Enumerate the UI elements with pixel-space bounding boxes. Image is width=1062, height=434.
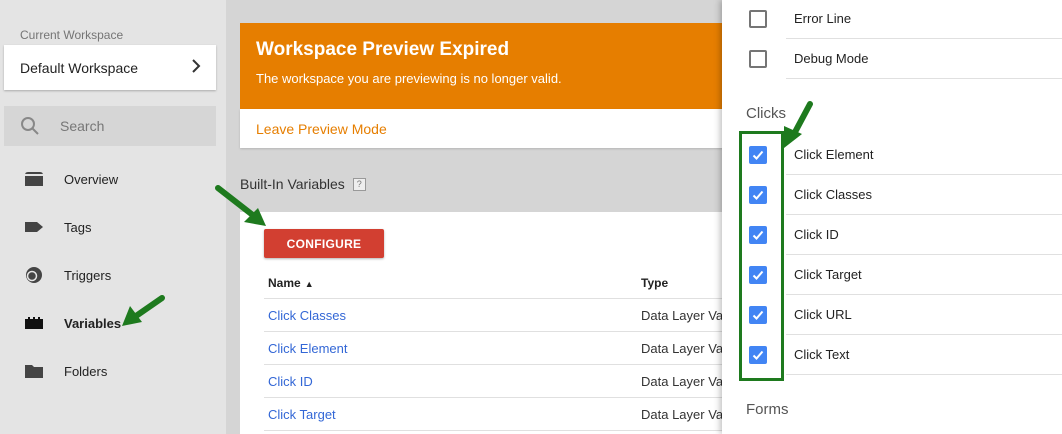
trigger-icon	[24, 265, 44, 285]
overview-icon	[24, 169, 44, 189]
banner-title: Workspace Preview Expired	[256, 39, 510, 60]
workspace-selector[interactable]: Default Workspace	[4, 45, 216, 90]
nav-label: Variables	[64, 315, 122, 331]
table-row: Click Classes Data Layer Va	[264, 299, 730, 332]
checkbox-label: Error Line	[794, 11, 852, 26]
divider	[786, 78, 1062, 79]
variable-name-link[interactable]: Click Element	[268, 341, 347, 356]
checkbox-label: Click URL	[794, 307, 852, 322]
builtin-title: Built-In Variables	[240, 176, 345, 192]
table-header: Name ▲ Type	[264, 270, 730, 299]
checkbox-row-click-classes[interactable]: Click Classes	[722, 175, 1062, 215]
clicks-heading: Clicks	[746, 105, 786, 122]
tag-icon	[24, 217, 44, 237]
checkmark-icon	[752, 270, 764, 280]
variable-type: Data Layer Va	[641, 341, 724, 356]
checkbox-checked[interactable]	[749, 346, 767, 364]
banner-footer: Leave Preview Mode	[240, 109, 730, 148]
configure-button[interactable]: CONFIGURE	[264, 229, 384, 258]
checkbox-checked[interactable]	[749, 306, 767, 324]
column-name-label: Name	[268, 276, 301, 290]
checkmark-icon	[752, 190, 764, 200]
checkbox-checked[interactable]	[749, 266, 767, 284]
checkbox-row-click-element[interactable]: Click Element	[722, 135, 1062, 175]
banner-message: The workspace you are previewing is no l…	[256, 71, 562, 86]
nav-label: Overview	[64, 171, 119, 187]
search-placeholder: Search	[60, 118, 105, 134]
checkbox-row-click-url[interactable]: Click URL	[722, 295, 1062, 335]
checkmark-icon	[752, 150, 764, 160]
nav-label: Triggers	[64, 267, 112, 283]
checkmark-icon	[752, 350, 764, 360]
builtin-variables-card: CONFIGURE Name ▲ Type Click Classes Data …	[240, 212, 730, 434]
builtin-variables-heading: Built-In Variables ?	[240, 176, 366, 192]
variable-name-link[interactable]: Click Target	[268, 407, 336, 422]
checkbox[interactable]	[749, 10, 767, 28]
table-row: Click ID Data Layer Va	[264, 365, 730, 398]
nav-item-triggers[interactable]: Triggers	[0, 255, 226, 295]
variable-name-link[interactable]: Click Classes	[268, 308, 346, 323]
checkbox-row-error-line[interactable]: Error Line	[722, 0, 1062, 39]
checkbox-label: Click ID	[794, 227, 839, 242]
checkbox-label: Click Text	[794, 347, 850, 362]
checkbox-checked[interactable]	[749, 226, 767, 244]
column-header-type[interactable]: Type	[641, 276, 668, 290]
checkbox-checked[interactable]	[749, 146, 767, 164]
sidebar: Current Workspace Default Workspace Sear…	[0, 0, 226, 434]
checkbox-row-click-text[interactable]: Click Text	[722, 335, 1062, 375]
configure-variables-panel: Error Line Debug Mode Clicks Click Eleme…	[722, 0, 1062, 434]
nav-item-overview[interactable]: Overview	[0, 159, 226, 199]
checkbox-row-click-target[interactable]: Click Target	[722, 255, 1062, 295]
table-row: Click Target Data Layer Va	[264, 398, 730, 431]
help-icon[interactable]: ?	[352, 177, 366, 191]
checkbox-label: Click Classes	[794, 187, 873, 202]
search-icon	[21, 117, 39, 135]
checkbox-label: Click Element	[794, 147, 874, 162]
workspace-name: Default Workspace	[20, 59, 139, 76]
nav-item-folders[interactable]: Folders	[0, 351, 226, 391]
leave-preview-link[interactable]: Leave Preview Mode	[256, 121, 387, 137]
checkmark-icon	[752, 310, 764, 320]
nav-label: Tags	[64, 219, 92, 235]
chevron-right-icon	[190, 59, 202, 76]
variable-type: Data Layer Va	[641, 308, 724, 323]
sort-ascending-icon: ▲	[304, 279, 314, 289]
column-header-name[interactable]: Name ▲	[268, 276, 314, 290]
checkmark-icon	[752, 230, 764, 240]
nav-item-variables[interactable]: Variables	[0, 303, 226, 343]
variables-icon	[24, 313, 44, 333]
checkbox[interactable]	[749, 50, 767, 68]
table-row: Click Element Data Layer Va	[264, 332, 730, 365]
preview-expired-banner: Workspace Preview Expired The workspace …	[240, 23, 730, 109]
checkbox-label: Click Target	[794, 267, 862, 282]
workspace-label: Current Workspace	[20, 28, 124, 42]
folder-icon	[24, 361, 44, 381]
nav-label: Folders	[64, 363, 108, 379]
forms-heading: Forms	[746, 401, 789, 418]
checkbox-label: Debug Mode	[794, 51, 869, 66]
checkbox-checked[interactable]	[749, 186, 767, 204]
variable-name-link[interactable]: Click ID	[268, 374, 313, 389]
checkbox-row-click-id[interactable]: Click ID	[722, 215, 1062, 255]
checkbox-row-debug-mode[interactable]: Debug Mode	[722, 39, 1062, 79]
variable-type: Data Layer Va	[641, 374, 724, 389]
search-input[interactable]: Search	[4, 106, 216, 146]
nav-item-tags[interactable]: Tags	[0, 207, 226, 247]
divider	[786, 374, 1062, 375]
variable-type: Data Layer Va	[641, 407, 724, 422]
